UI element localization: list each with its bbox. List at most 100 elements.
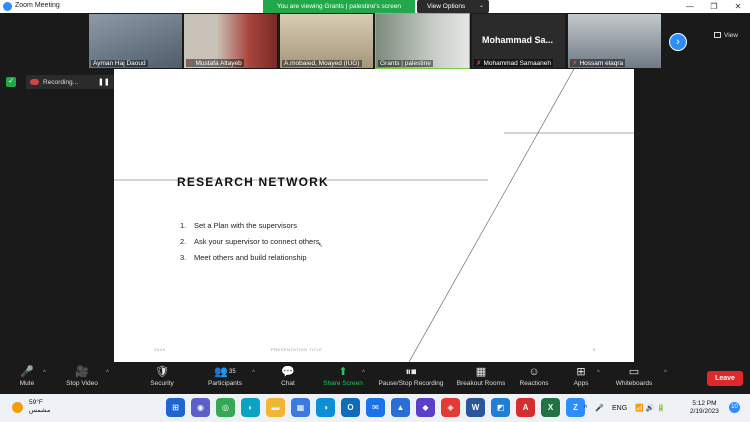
edge-icon[interactable]: ◑ bbox=[316, 398, 335, 417]
audio-options-caret[interactable]: ^ bbox=[43, 370, 46, 376]
mute-button[interactable]: 🎤 Mute bbox=[14, 365, 40, 393]
taskbar-clock[interactable]: 5:12 PM 2/19/2023 bbox=[690, 400, 719, 416]
participant-tile-active-speaker[interactable]: Grants | palestine bbox=[375, 13, 470, 69]
participant-name: Grants | palestine bbox=[378, 60, 433, 67]
slide-title: RESEARCH NETWORK bbox=[177, 175, 329, 189]
taskbar-apps: ⊞ ◉ ◎ ◐ ▬ ▦ ◑ O ✉ ▲ ◆ ◈ W ◩ A X Z bbox=[166, 398, 591, 417]
microphone-icon: 🎤 bbox=[20, 366, 34, 378]
list-item: 1. Set a Plan with the supervisors bbox=[180, 221, 297, 230]
microphone-tray-icon[interactable]: 🎤 bbox=[595, 404, 604, 412]
word-icon[interactable]: W bbox=[466, 398, 485, 417]
weather-temperature: 59°F bbox=[29, 399, 43, 406]
video-options-caret[interactable]: ^ bbox=[106, 370, 109, 376]
diagonal-line bbox=[408, 69, 575, 362]
participant-count: 35 bbox=[229, 369, 236, 375]
system-tray: ^ 🎤 ENG 📶 🔊 🔋 bbox=[584, 398, 673, 418]
outlook-icon[interactable]: O bbox=[341, 398, 360, 417]
mouse-cursor-icon: ↖ bbox=[318, 243, 324, 249]
pause-stop-icon: ⏸⏹ bbox=[405, 366, 417, 378]
meeting-controls-toolbar: 🎤 Mute ^ 🎥 Stop Video ^ 🛡 Security 👥35 P… bbox=[0, 362, 750, 394]
onenote-icon[interactable]: ◆ bbox=[416, 398, 435, 417]
photos-icon[interactable]: ▲ bbox=[391, 398, 410, 417]
start-icon[interactable]: ⊞ bbox=[166, 398, 185, 417]
security-button[interactable]: 🛡 Security bbox=[145, 365, 179, 393]
mic-muted-icon: ✗ bbox=[572, 60, 578, 67]
video-camera-icon: 🎥 bbox=[75, 366, 89, 378]
pause-stop-recording-button[interactable]: ⏸⏹ Pause/Stop Recording bbox=[376, 365, 446, 393]
restore-button[interactable]: ❐ bbox=[702, 0, 726, 13]
recording-status-bar: ✓ Recording... ❚❚ bbox=[6, 75, 132, 89]
apps-icon: ⊞ bbox=[576, 366, 586, 378]
slide-footer-year: 20XX bbox=[154, 347, 166, 352]
list-item: 2. Ask your supervisor to connect others bbox=[180, 237, 320, 246]
participant-tile[interactable]: ✗ Hossam elaqra bbox=[568, 14, 661, 68]
viewing-screen-banner: You are viewing Grants | palestine's scr… bbox=[263, 0, 415, 13]
sun-icon bbox=[12, 401, 23, 413]
participant-name: ✗ Mohammad Samaaneh bbox=[474, 59, 554, 67]
pause-recording-icon[interactable]: ❚❚ bbox=[98, 78, 110, 86]
cloud-recording-icon bbox=[30, 79, 39, 85]
network-volume-battery-icons[interactable]: 📶 🔊 🔋 bbox=[635, 404, 665, 412]
whiteboards-options-caret[interactable]: ^ bbox=[664, 370, 667, 376]
excel-icon[interactable]: X bbox=[541, 398, 560, 417]
language-indicator[interactable]: ENG bbox=[612, 405, 627, 412]
minimize-button[interactable]: — bbox=[678, 0, 702, 13]
mail-icon[interactable]: ✉ bbox=[366, 398, 385, 417]
tray-chevron-icon[interactable]: ^ bbox=[584, 405, 587, 412]
leave-meeting-button[interactable]: Leave bbox=[707, 371, 743, 386]
chat-bubble-icon: 💬 bbox=[281, 366, 295, 378]
shield-icon: 🛡 bbox=[155, 366, 169, 378]
acrobat-icon[interactable]: A bbox=[516, 398, 535, 417]
slide-list: 1. Set a Plan with the supervisors 2. Ask … bbox=[180, 218, 319, 266]
window-title: Zoom Meeting bbox=[15, 2, 60, 9]
apps-options-caret[interactable]: ^ bbox=[597, 370, 600, 376]
recording-indicator: Recording... ❚❚ bbox=[26, 75, 114, 89]
participant-tile[interactable]: A.mobaied, Moayed (IUG) bbox=[280, 14, 373, 68]
view-layout-button[interactable]: View bbox=[714, 32, 738, 39]
shared-screen-slide: RESEARCH NETWORK 1. Set a Plan with the s… bbox=[114, 69, 634, 362]
window-controls: — ❐ ✕ bbox=[678, 0, 750, 13]
whiteboard-icon: ▭ bbox=[628, 366, 640, 378]
anydesk-icon[interactable]: ◈ bbox=[441, 398, 460, 417]
reactions-button[interactable]: ☺ Reactions bbox=[518, 365, 550, 393]
folder-icon[interactable]: ▬ bbox=[266, 398, 285, 417]
participant-tile[interactable]: ✗ Mustafa Altayeb bbox=[184, 14, 277, 68]
teams-icon[interactable]: ◉ bbox=[191, 398, 210, 417]
clock-time: 5:12 PM bbox=[692, 400, 717, 407]
weather-widget[interactable]: 59°F مشمس bbox=[12, 399, 50, 415]
participant-big-name: Mohammad Sa... bbox=[482, 35, 554, 45]
share-screen-button[interactable]: ⬆ Share Screen bbox=[320, 365, 366, 393]
recording-label: Recording... bbox=[43, 78, 79, 86]
share-options-caret[interactable]: ^ bbox=[362, 370, 365, 376]
calendar-icon[interactable]: ▦ bbox=[291, 398, 310, 417]
participant-tile[interactable]: Mohammad Sa... ✗ Mohammad Samaaneh bbox=[472, 14, 565, 68]
smiley-icon: ☺ bbox=[528, 366, 540, 378]
participant-name: Ayman Haj Daoud bbox=[91, 60, 148, 67]
video-gallery: Ayman Haj Daoud ✗ Mustafa Altayeb A.mobai… bbox=[0, 13, 750, 69]
weather-description: مشمس bbox=[29, 407, 51, 414]
breakout-rooms-icon: ▦ bbox=[475, 366, 487, 378]
edge-beta-icon[interactable]: ◐ bbox=[241, 398, 260, 417]
next-page-arrow-icon[interactable]: › bbox=[669, 33, 687, 51]
view-options-button[interactable]: View Options ⌄ bbox=[417, 0, 489, 13]
participant-tile[interactable]: Ayman Haj Daoud bbox=[89, 14, 182, 68]
clock-date: 2/19/2023 bbox=[690, 408, 719, 415]
list-item: 3. Meet others and build relationship bbox=[180, 253, 307, 262]
photo-editor-icon[interactable]: ◩ bbox=[491, 398, 510, 417]
notification-badge[interactable]: 10 bbox=[729, 402, 740, 413]
participants-button[interactable]: 👥35 Participants bbox=[203, 365, 247, 393]
close-button[interactable]: ✕ bbox=[726, 0, 750, 13]
participants-options-caret[interactable]: ^ bbox=[252, 370, 255, 376]
encryption-shield-icon[interactable]: ✓ bbox=[6, 77, 16, 87]
whiteboards-button[interactable]: ▭ Whiteboards bbox=[612, 365, 656, 393]
stop-video-button[interactable]: 🎥 Stop Video bbox=[62, 365, 102, 393]
participant-name: ✗ Hossam elaqra bbox=[570, 59, 626, 67]
slide-decoration-lines bbox=[114, 69, 634, 362]
chat-button[interactable]: 💬 Chat bbox=[276, 365, 300, 393]
mic-muted-icon: ✗ bbox=[476, 60, 482, 67]
breakout-rooms-button[interactable]: ▦ Breakout Rooms bbox=[454, 365, 508, 393]
slide-footer-title: PRESENTATION TITLE bbox=[271, 347, 323, 352]
chrome-icon[interactable]: ◎ bbox=[216, 398, 235, 417]
zoom-icon[interactable]: Z bbox=[566, 398, 585, 417]
apps-button[interactable]: ⊞ Apps bbox=[571, 365, 591, 393]
